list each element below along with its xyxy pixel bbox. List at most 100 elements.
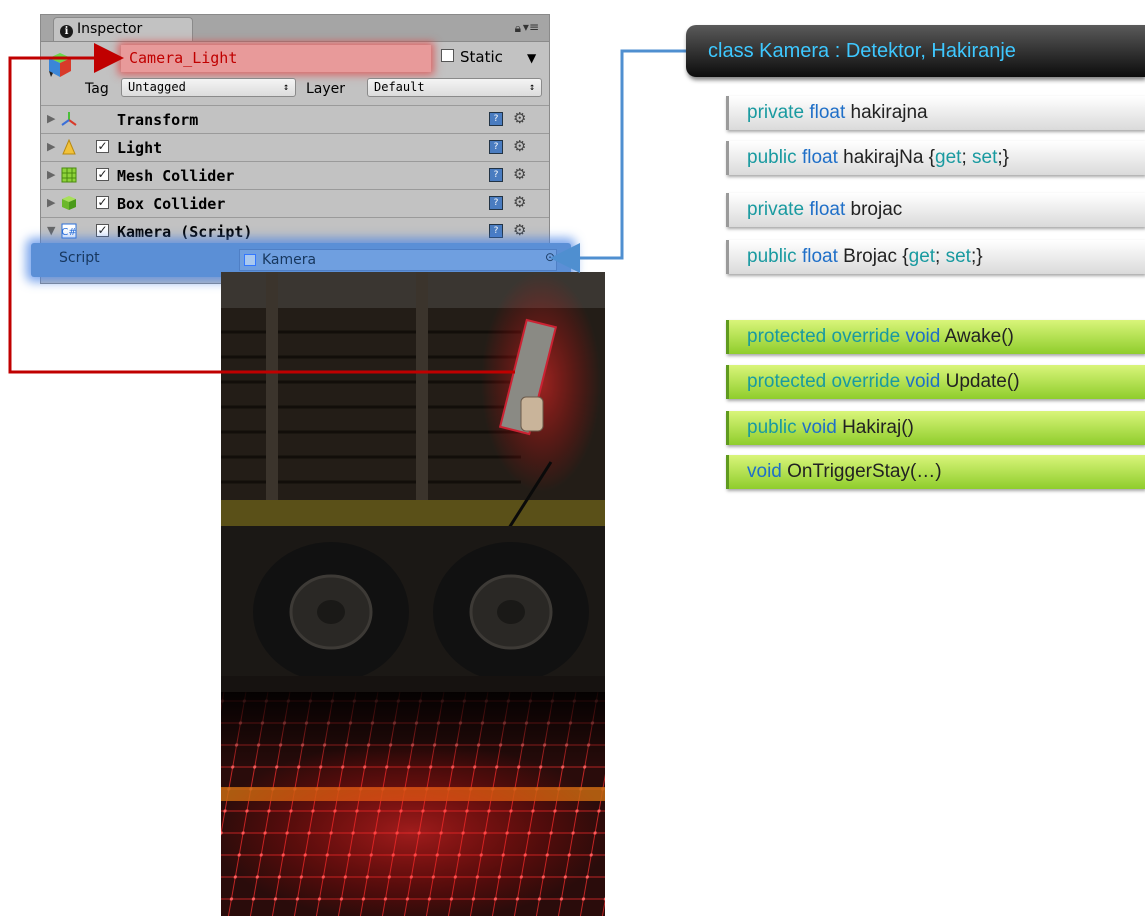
inspector-panel: i Inspector 🔒︎ ▾≡ ✓ Camera_Light Static ▼… [31, 14, 571, 284]
set-keyword: set [972, 147, 998, 168]
info-icon: i [60, 25, 73, 38]
mesh-collider-icon [61, 167, 77, 183]
tag-select-arrows-icon: ↕ [282, 82, 289, 93]
gear-icon[interactable]: ⚙ [513, 193, 526, 211]
access-keyword: public [747, 417, 797, 438]
type-keyword: float [801, 147, 838, 168]
component-enabled-checkbox[interactable]: ✓ [96, 196, 109, 209]
layer-value: Default [374, 80, 425, 94]
field-name: hakirajNa { [843, 147, 936, 168]
access-keyword: protected [747, 326, 827, 347]
component-kamera-script[interactable]: ▼ C# ✓ Kamera (Script) ? ⚙ [41, 217, 549, 245]
help-icon[interactable]: ? [489, 112, 503, 126]
foldout-expanded-icon[interactable]: ▼ [47, 224, 55, 237]
script-label: Script [59, 250, 100, 266]
type-keyword: float [801, 246, 838, 267]
lock-icon[interactable]: 🔒︎ [515, 21, 521, 36]
component-label: Light [117, 139, 163, 157]
svg-text:C#: C# [61, 227, 76, 238]
tab-inspector[interactable]: i Inspector [53, 17, 193, 41]
help-icon[interactable]: ? [489, 196, 503, 210]
component-label: Kamera (Script) [117, 223, 253, 241]
class-keyword: class [708, 40, 754, 62]
object-picker-icon[interactable]: ⊙ [545, 250, 555, 264]
method-item: public void Hakiraj() [726, 411, 1145, 445]
field-name: hakirajna [850, 102, 928, 123]
gear-icon[interactable]: ⚙ [513, 137, 526, 155]
field-item: private float brojac [726, 193, 1145, 227]
accessor-separator: ; [961, 147, 973, 168]
get-keyword: get [908, 246, 936, 267]
component-enabled-checkbox[interactable]: ✓ [96, 168, 109, 181]
help-icon[interactable]: ? [489, 140, 503, 154]
foldout-icon[interactable]: ▶ [47, 196, 55, 209]
static-checkbox[interactable] [441, 49, 454, 62]
method-item: void OnTriggerStay(…) [726, 455, 1145, 489]
modifier-keyword: public [747, 246, 797, 267]
override-keyword: override [831, 371, 901, 392]
component-transform[interactable]: ▶ Transform ? ⚙ [41, 105, 549, 133]
accessor-separator: ; [935, 246, 946, 267]
blue-connector-line [550, 49, 686, 273]
static-label: Static [460, 48, 503, 66]
object-name-input[interactable]: Camera_Light [121, 45, 431, 72]
game-scene-image [221, 272, 605, 916]
method-item: protected override void Awake() [726, 320, 1145, 354]
tab-menu-icon[interactable]: ▾≡ [523, 20, 539, 34]
script-icon: C# [61, 223, 77, 239]
gameobject-cube-icon [49, 53, 71, 77]
foldout-icon[interactable]: ▶ [47, 112, 55, 125]
modifier-keyword: private [747, 102, 805, 123]
field-item: public float Brojac {get; set;} [726, 240, 1145, 274]
method-name: Update() [945, 371, 1020, 392]
accessor-end: ;} [970, 246, 983, 267]
gear-icon[interactable]: ⚙ [513, 165, 526, 183]
modifier-keyword: private [747, 199, 805, 220]
void-keyword: void [747, 461, 782, 482]
access-keyword: protected [747, 371, 827, 392]
static-dropdown-icon[interactable]: ▼ [527, 51, 536, 65]
tag-value: Untagged [128, 80, 186, 94]
foldout-icon[interactable]: ▶ [47, 168, 55, 181]
component-label: Transform [117, 111, 199, 129]
component-enabled-checkbox[interactable]: ✓ [96, 140, 109, 153]
method-name: OnTriggerStay(…) [787, 461, 942, 482]
method-item: protected override void Update() [726, 365, 1145, 399]
accessor-end: ;} [997, 147, 1009, 168]
type-keyword: float [809, 102, 846, 123]
component-mesh-collider[interactable]: ▶ ✓ Mesh Collider ? ⚙ [41, 161, 549, 189]
gear-icon[interactable]: ⚙ [513, 221, 526, 239]
void-keyword: void [905, 326, 941, 347]
foldout-icon[interactable]: ▶ [47, 140, 55, 153]
layer-select[interactable]: Default ↕ [367, 78, 542, 97]
type-keyword: float [809, 199, 846, 220]
set-keyword: set [945, 246, 971, 267]
tag-select[interactable]: Untagged ↕ [121, 78, 296, 97]
script-object-field[interactable]: Kamera [239, 249, 557, 271]
active-checkbox[interactable]: ✓ [95, 50, 108, 63]
void-keyword: void [801, 417, 837, 438]
class-signature: Kamera : Detektor, Hakiranje [759, 40, 1016, 62]
script-value: Kamera [262, 252, 317, 268]
method-name: Hakiraj() [842, 417, 914, 438]
tag-label: Tag [85, 81, 109, 97]
field-name: brojac [850, 199, 903, 220]
get-keyword: get [935, 147, 962, 168]
help-icon[interactable]: ? [489, 224, 503, 238]
class-header: class Kamera : Detektor, Hakiranje [686, 25, 1145, 77]
box-collider-icon [62, 196, 76, 210]
component-enabled-checkbox[interactable]: ✓ [96, 224, 109, 237]
transform-icon [61, 112, 77, 126]
field-item: private float hakirajna [726, 96, 1145, 130]
field-item: public float hakirajNa {get; set;} [726, 141, 1145, 175]
gear-icon[interactable]: ⚙ [513, 109, 526, 127]
component-light[interactable]: ▶ ✓ Light ? ⚙ [41, 133, 549, 161]
component-label: Mesh Collider [117, 167, 235, 185]
help-icon[interactable]: ? [489, 168, 503, 182]
tab-inspector-label: Inspector [77, 21, 143, 37]
component-label: Box Collider [117, 195, 226, 213]
component-box-collider[interactable]: ▶ ✓ Box Collider ? ⚙ [41, 189, 549, 217]
override-keyword: override [831, 326, 901, 347]
field-name: Brojac { [843, 246, 909, 267]
layer-label: Layer [306, 81, 346, 97]
